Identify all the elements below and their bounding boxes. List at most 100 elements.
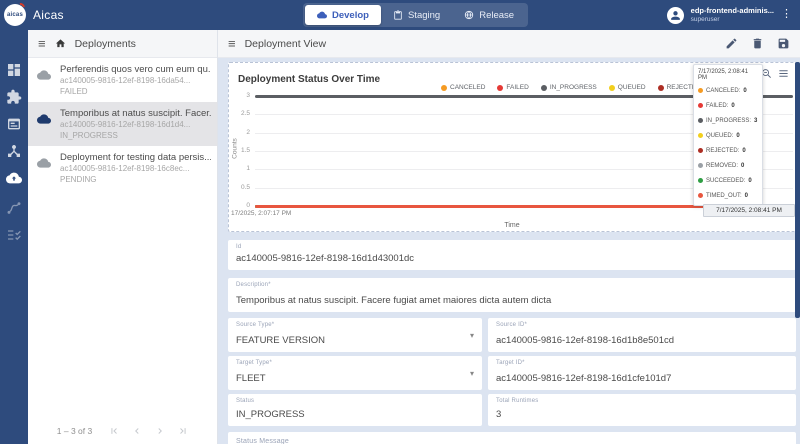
field-source-id-label: Source ID* [496,322,527,328]
legend-label: QUEUED [618,84,646,91]
chart-menu-icon[interactable] [778,68,789,79]
nav-rail [0,30,28,444]
deployment-status: IN_PROGRESS [60,131,211,142]
view-menu-icon[interactable]: ≡ [228,37,236,50]
edit-icon[interactable] [725,37,738,50]
tooltip-row-rejected: REJECTED:0 [694,143,762,158]
tooltip-dot [698,178,703,183]
checklist-icon[interactable] [6,227,22,243]
deployment-id: ac140005-9816-12ef-8198-16da54... [60,76,211,87]
user-menu[interactable]: edp-frontend-adminis... superuser [667,0,774,30]
cloud-icon [37,112,51,126]
legend-item-queued[interactable]: QUEUED [609,84,646,91]
legend-dot [497,85,503,91]
tooltip-dot [698,133,703,138]
tooltip-series-label: CANCELED: [706,88,740,94]
field-source-id[interactable]: Source ID* ac140005-9816-12ef-8198-16d1b… [488,318,796,352]
field-source-type[interactable]: Source Type* FEATURE VERSION ▾ [228,318,482,352]
cloud-icon[interactable] [6,170,22,186]
tooltip-row-succeeded: SUCCEEDED:0 [694,173,762,188]
user-role: superuser [691,16,774,24]
deployment-title: Deployment for testing data persis... [60,152,211,164]
kebab-menu-icon[interactable]: ⋮ [781,9,792,20]
first-page-icon[interactable] [109,426,119,436]
y-tick-label: 3 [229,92,250,99]
tooltip-series-value: 0 [731,103,734,109]
chevron-down-icon[interactable]: ▾ [470,369,474,378]
tooltip-series-label: SUCCEEDED: [706,178,745,184]
field-source-type-label: Source Type* [236,322,274,328]
field-status-message-label: Status Message [236,438,289,444]
tooltip-series-value: 3 [754,118,757,124]
deployment-title: Temporibus at natus suscipit. Facer... [60,108,211,120]
panel-menu-icon[interactable]: ≡ [38,37,46,50]
tooltip-timestamp: 7/17/2025, 2:08:41 PM [694,65,762,83]
legend-dot [609,85,615,91]
field-status-message[interactable]: Status Message [228,432,796,444]
field-target-type[interactable]: Target Type* FLEET ▾ [228,356,482,390]
chevron-down-icon[interactable]: ▾ [470,331,474,340]
legend-dot [658,85,664,91]
deployment-list-item[interactable]: Deployment for testing data persis... ac… [28,146,217,190]
tooltip-row-timed_out: TIMED_OUT:0 [694,188,762,203]
next-page-icon[interactable] [155,426,165,436]
pagination: 1 – 3 of 3 [28,426,217,436]
scrollbar-thumb[interactable] [795,62,800,318]
field-target-id[interactable]: Target ID* ac140005-9816-12ef-8198-16d1c… [488,356,796,390]
route-icon[interactable] [6,200,22,216]
panel-title: Deployments [75,38,136,50]
tooltip-dot [698,163,703,168]
legend-dot [441,85,447,91]
asset-icon[interactable] [6,116,22,132]
delete-icon[interactable] [751,37,764,50]
puzzle-icon[interactable] [6,89,22,105]
legend-label: CANCELED [450,84,485,91]
tooltip-series-value: 0 [742,148,745,154]
field-description[interactable]: Description* Temporibus at natus suscipi… [228,278,796,312]
x-axis-start-tick: 17/2025, 2:07:17 PM [231,210,291,217]
dashboard-icon[interactable] [6,62,22,78]
field-id[interactable]: Id ac140005-9816-12ef-8198-16d1d43001dc [228,240,796,270]
deployment-title: Perferendis quos vero cum eum qu... [60,64,211,76]
tab-staging[interactable]: Staging [381,5,452,25]
last-page-icon[interactable] [178,426,188,436]
x-axis-title: Time [229,222,795,229]
prev-page-icon[interactable] [132,426,142,436]
view-title: Deployment View [245,38,327,50]
tab-develop[interactable]: Develop [305,5,381,25]
tooltip-series-label: IN_PROGRESS: [706,118,751,124]
tooltip-series-label: QUEUED: [706,133,733,139]
tooltip-series-label: FAILED: [706,103,728,109]
view-actions [725,37,790,50]
y-tick-label: 2.5 [229,110,250,117]
deployment-list-item[interactable]: Perferendis quos vero cum eum qu... ac14… [28,58,217,102]
tooltip-dot [698,193,703,198]
deployment-id: ac140005-9816-12ef-8198-16c8ec... [60,164,211,175]
legend-item-canceled[interactable]: CANCELED [441,84,485,91]
hub-icon[interactable] [6,143,22,159]
tooltip-dot [698,88,703,93]
field-total-runtimes-label: Total Runtimes [496,398,538,404]
logo-text: aicas [7,12,23,18]
field-status-value: IN_PROGRESS [236,409,466,420]
home-icon[interactable] [55,38,66,49]
cloud-icon [37,156,51,170]
field-description-label: Description* [236,282,271,288]
tooltip-series-label: TIMED_OUT: [706,193,742,199]
legend-item-failed[interactable]: FAILED [497,84,528,91]
field-target-type-value: FLEET [236,373,466,384]
tooltip-series-label: REMOVED: [706,163,738,169]
deployments-panel: ≡ Deployments Perferendis quos vero cum … [28,30,218,444]
deployment-list-item[interactable]: Temporibus at natus suscipit. Facer... a… [28,102,217,146]
tab-staging-label: Staging [408,10,440,21]
y-tick-label: 0.5 [229,184,250,191]
tab-release[interactable]: Release [452,5,526,25]
legend-label: IN_PROGRESS [550,84,597,91]
field-total-runtimes[interactable]: Total Runtimes 3 [488,394,796,426]
save-icon[interactable] [777,37,790,50]
deployment-status: PENDING [60,175,211,186]
field-status[interactable]: Status IN_PROGRESS [228,394,482,426]
app-title: Aicas [33,8,64,22]
field-total-runtimes-value: 3 [496,409,780,420]
legend-item-in_progress[interactable]: IN_PROGRESS [541,84,597,91]
